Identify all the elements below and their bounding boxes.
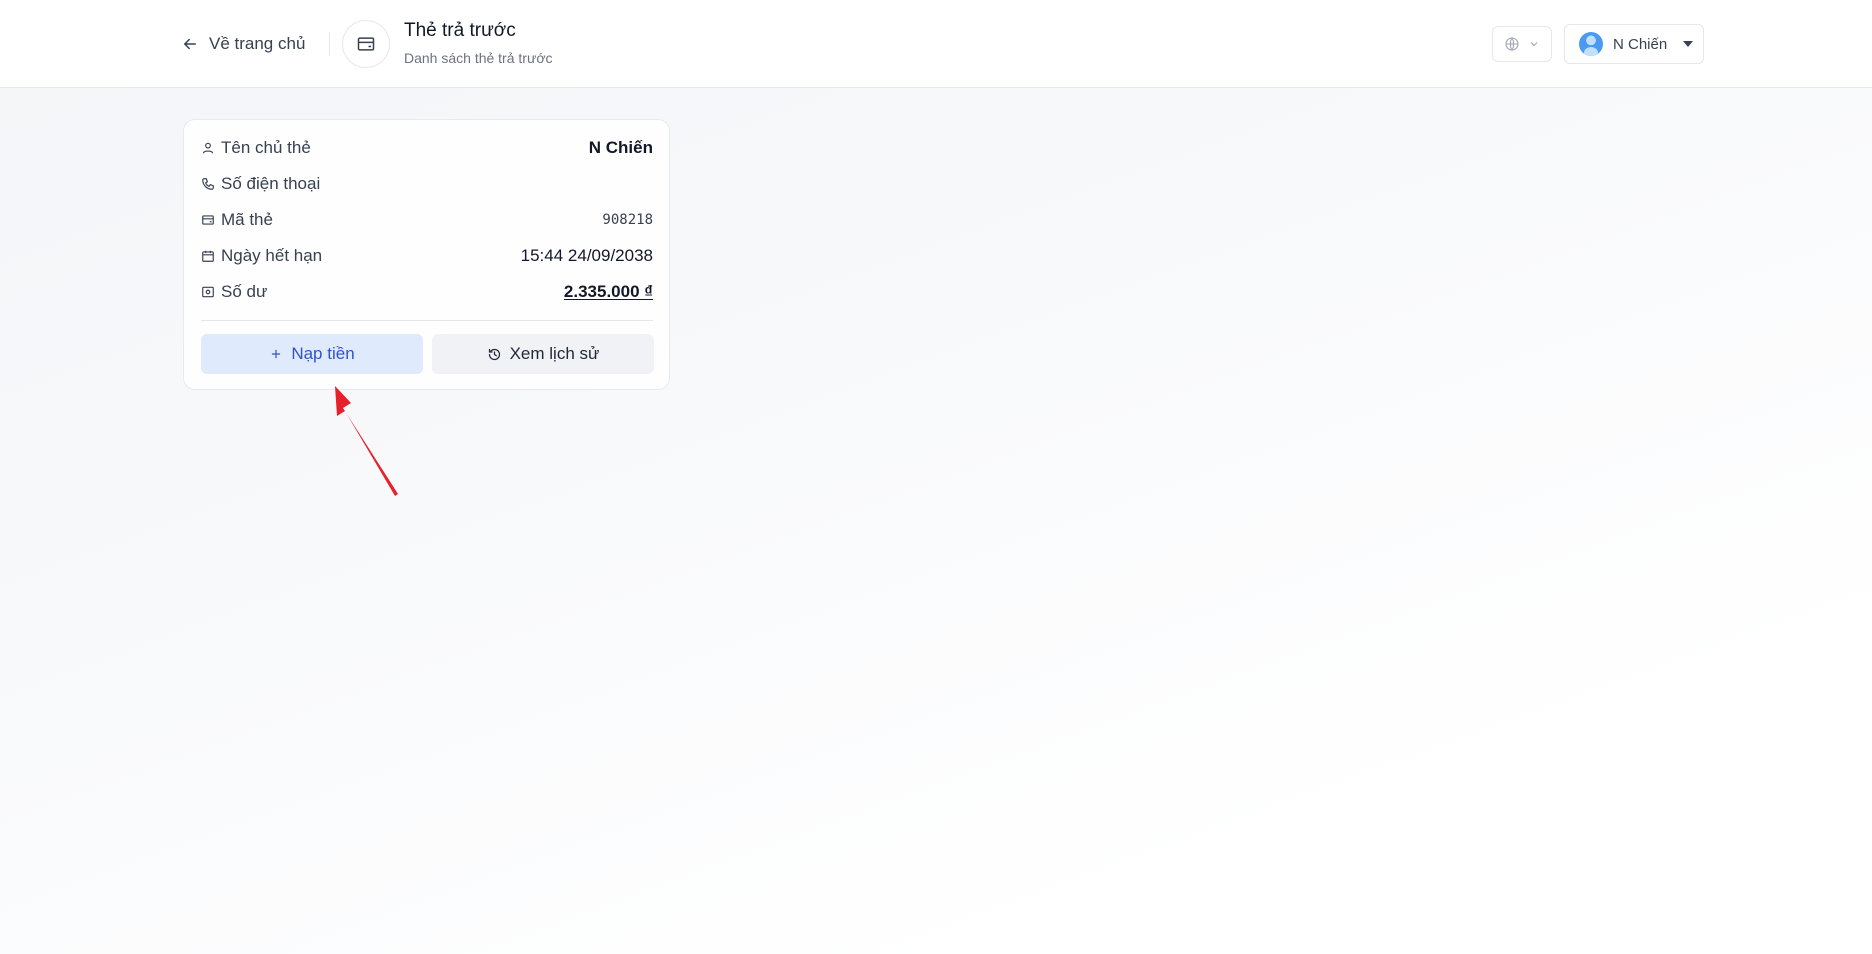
header-divider — [329, 32, 330, 56]
topup-button[interactable]: Nạp tiền — [201, 334, 423, 374]
card-row-expiry: Ngày hết hạn 15:44 24/09/2038 — [201, 244, 653, 268]
expiry-label: Ngày hết hạn — [221, 246, 323, 265]
user-icon — [202, 142, 214, 154]
language-selector[interactable] — [1492, 26, 1552, 62]
user-name: N Chiến — [1613, 35, 1668, 53]
balance-label: Số dư — [221, 282, 268, 301]
prepaid-card: Tên chủ thẻ N Chiến Số điện thoại Mã thẻ… — [183, 119, 670, 390]
expiry-value: 15:44 24/09/2038 — [520, 246, 653, 265]
plus-icon — [272, 349, 281, 359]
back-label: Về trang chủ — [209, 34, 306, 53]
card-icon — [357, 37, 375, 51]
page-icon — [342, 20, 390, 68]
back-to-home-link[interactable]: Về trang chủ — [181, 32, 305, 56]
holder-value: N Chiến — [588, 138, 653, 157]
history-icon — [488, 348, 500, 360]
code-label: Mã thẻ — [221, 210, 273, 229]
wallet-icon — [202, 286, 214, 298]
holder-label: Tên chủ thẻ — [221, 138, 311, 157]
calendar-icon — [202, 250, 214, 262]
card-icon — [202, 215, 214, 225]
top-header: Về trang chủ Thẻ trả trước Danh sách thẻ… — [0, 0, 1872, 88]
avatar — [1579, 32, 1603, 56]
user-menu-button[interactable]: N Chiến — [1564, 24, 1704, 64]
card-row-balance: Số dư 2.335.000 ₫ — [201, 280, 653, 304]
card-row-holder: Tên chủ thẻ N Chiến — [201, 136, 653, 160]
topup-label: Nạp tiền — [291, 344, 355, 363]
caret-down-icon — [1683, 41, 1694, 47]
arrow-left-icon — [184, 38, 196, 50]
view-history-button[interactable]: Xem lịch sử — [432, 334, 654, 374]
card-row-phone: Số điện thoại — [201, 172, 653, 196]
chevron-down-icon — [1530, 42, 1538, 47]
page-subtitle: Danh sách thẻ trả trước — [404, 50, 553, 66]
balance-value: 2.335.000 ₫ — [563, 282, 653, 301]
card-divider — [201, 320, 653, 321]
code-value: 908218 — [602, 212, 653, 228]
history-label: Xem lịch sử — [509, 344, 600, 363]
globe-icon — [1505, 37, 1519, 51]
phone-icon — [202, 178, 214, 190]
page-title: Thẻ trả trước — [404, 20, 516, 41]
card-row-code: Mã thẻ 908218 — [201, 208, 653, 232]
phone-label: Số điện thoại — [221, 174, 321, 193]
